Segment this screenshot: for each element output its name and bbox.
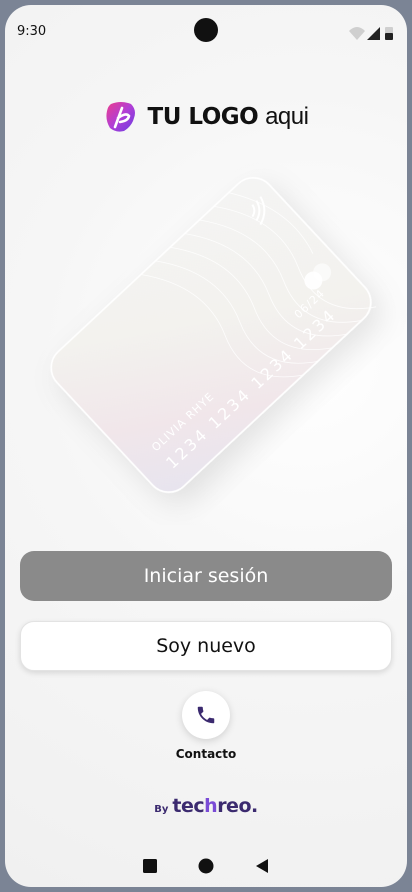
status-time: 9:30 — [17, 24, 47, 39]
wifi-icon — [349, 27, 365, 40]
app-logo: TU LOGO aqui — [5, 99, 407, 135]
brand-footer: By techreo. — [5, 795, 407, 817]
contact-button[interactable] — [182, 691, 230, 739]
brand-by: By — [154, 804, 169, 815]
system-nav-bar — [5, 851, 407, 881]
camera-cutout — [194, 18, 218, 42]
logo-mark-icon — [105, 102, 135, 132]
status-icons — [349, 27, 393, 40]
phone-icon — [197, 706, 215, 724]
logo-text-bold: TU LOGO — [147, 104, 259, 130]
brand-name-part-b: h — [204, 795, 218, 817]
card-illustration: OLIVIA RHYE 06/24 1234 1234 1234 1234 — [50, 177, 377, 493]
status-bar: 9:30 — [5, 5, 407, 53]
signal-icon — [367, 27, 380, 40]
phone-screen: 9:30 TU LOGO aqui OLIVIA RHYE 06/24 1234… — [5, 5, 407, 887]
logo-text: TU LOGO aqui — [148, 103, 309, 131]
new-user-button[interactable]: Soy nuevo — [20, 621, 392, 671]
brand-name: techreo. — [172, 795, 258, 817]
brand-name-part-c: reo. — [217, 795, 258, 817]
login-button[interactable]: Iniciar sesión — [20, 551, 392, 601]
contact-label: Contacto — [175, 747, 237, 761]
back-button[interactable] — [253, 857, 271, 875]
brand-name-part-a: tec — [172, 795, 205, 817]
logo-text-light: aqui — [265, 103, 309, 130]
home-button[interactable] — [197, 857, 215, 875]
recents-button[interactable] — [141, 857, 159, 875]
